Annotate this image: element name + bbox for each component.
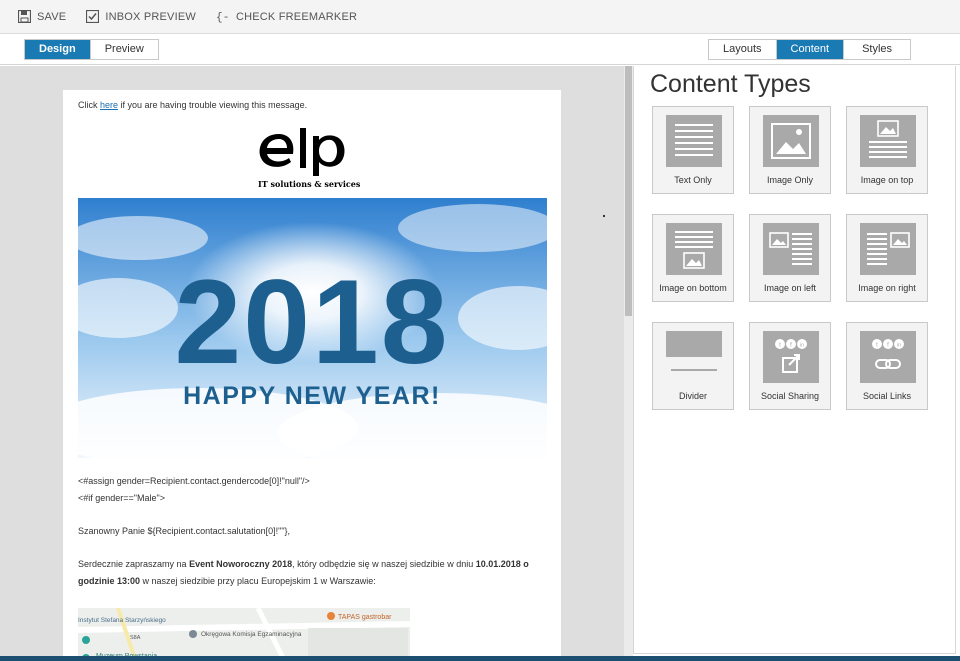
map-label-commission: Okręgowa Komisja Egzaminacyjna bbox=[201, 631, 302, 638]
invite-text-c: , który odbędzie się w naszej siedzibie … bbox=[292, 559, 476, 569]
code-braces-icon: {-} bbox=[216, 12, 230, 23]
invitation-paragraph: Serdecznie zapraszamy na Event Noworoczn… bbox=[78, 556, 548, 590]
tile-divider[interactable]: Divider bbox=[652, 322, 734, 410]
trouble-viewing-text: Click here if you are having trouble vie… bbox=[78, 100, 307, 110]
tile-label: Divider bbox=[678, 391, 707, 401]
tile-social-links[interactable]: t f in Social Links bbox=[846, 322, 928, 410]
social-sharing-icon: t f in bbox=[763, 331, 819, 383]
panel-tabs: Layouts Content Styles bbox=[708, 39, 912, 60]
tab-preview[interactable]: Preview bbox=[89, 40, 158, 59]
tile-label: Social Links bbox=[862, 391, 912, 401]
save-icon bbox=[18, 10, 31, 23]
hero-greeting: HAPPY NEW YEAR! bbox=[183, 382, 441, 410]
divider-icon bbox=[666, 331, 722, 383]
top-toolbar: SAVE INBOX PREVIEW {-} CHECK FREEMARKER bbox=[0, 0, 960, 34]
salutation-line: Szanowny Panie ${Recipient.contact.salut… bbox=[78, 526, 291, 536]
tile-label: Text Only bbox=[674, 175, 712, 185]
inbox-preview-button[interactable]: INBOX PREVIEW bbox=[86, 10, 196, 23]
tile-image-on-right[interactable]: Image on right bbox=[846, 214, 928, 302]
tab-content[interactable]: Content bbox=[775, 40, 844, 59]
hero-year: 2018 bbox=[175, 255, 450, 389]
invite-text-e: w naszej siedzibie przy placu Europejski… bbox=[140, 576, 376, 586]
map-label-road: S8A bbox=[130, 635, 141, 641]
save-button[interactable]: SAVE bbox=[18, 10, 66, 23]
email-canvas[interactable]: Click here if you are having trouble vie… bbox=[0, 66, 624, 661]
content-types-panel: Content Types Text Only Image Only Image… bbox=[633, 66, 956, 654]
view-online-link[interactable]: here bbox=[100, 100, 118, 110]
design-preview-toggle: Design Preview bbox=[24, 39, 159, 60]
canvas-scrollbar[interactable] bbox=[624, 66, 633, 661]
svg-text:in: in bbox=[800, 343, 804, 349]
image-on-bottom-icon bbox=[666, 223, 722, 275]
image-on-top-icon bbox=[860, 115, 916, 167]
social-links-icon: t f in bbox=[860, 331, 916, 383]
tab-layouts[interactable]: Layouts bbox=[709, 40, 776, 59]
invite-event-name: Event Noworoczny 2018 bbox=[189, 559, 293, 569]
tile-label: Image on top bbox=[860, 175, 914, 185]
tile-label: Image Only bbox=[766, 175, 814, 185]
image-on-left-icon bbox=[763, 223, 819, 275]
email-body[interactable]: Click here if you are having trouble vie… bbox=[63, 90, 561, 661]
mode-bar: Design Preview Layouts Content Styles bbox=[0, 34, 960, 65]
text-only-icon bbox=[666, 115, 722, 167]
check-freemarker-button[interactable]: {-} CHECK FREEMARKER bbox=[216, 10, 358, 24]
tile-image-only[interactable]: Image Only bbox=[749, 106, 831, 194]
map-label-tapas: TAPAS gastrobar bbox=[338, 614, 392, 621]
tile-label: Image on right bbox=[858, 283, 916, 293]
tile-social-sharing[interactable]: t f in Social Sharing bbox=[749, 322, 831, 410]
freemarker-assign-line: <#assign gender=Recipient.contact.gender… bbox=[78, 476, 310, 486]
logo-tagline: IT solutions & services bbox=[258, 179, 361, 189]
check-freemarker-label: CHECK FREEMARKER bbox=[235, 10, 358, 23]
image-only-icon bbox=[763, 115, 819, 167]
stray-dot bbox=[603, 215, 605, 217]
freemarker-if-line: <#if gender=="Male"> bbox=[78, 493, 165, 503]
tab-design[interactable]: Design bbox=[25, 40, 90, 59]
tile-label: Social Sharing bbox=[760, 391, 820, 401]
tile-label: Image on bottom bbox=[659, 283, 727, 293]
scrollbar-thumb[interactable] bbox=[625, 66, 632, 316]
image-on-right-icon bbox=[860, 223, 916, 275]
tile-label: Image on left bbox=[763, 283, 817, 293]
location-map[interactable]: TAPAS gastrobar Instytut Stefana Starzyń… bbox=[78, 608, 410, 661]
tile-text-only[interactable]: Text Only bbox=[652, 106, 734, 194]
svg-text:{-}: {-} bbox=[216, 12, 230, 23]
save-label: SAVE bbox=[37, 10, 67, 23]
panel-title: Content Types bbox=[650, 70, 811, 98]
inbox-preview-label: INBOX PREVIEW bbox=[105, 10, 196, 23]
invite-text-a: Serdecznie zapraszamy na bbox=[78, 559, 190, 569]
tile-image-on-left[interactable]: Image on left bbox=[749, 214, 831, 302]
trouble-suffix: if you are having trouble viewing this m… bbox=[118, 100, 308, 110]
tile-image-on-top[interactable]: Image on top bbox=[846, 106, 928, 194]
checkbox-icon bbox=[86, 10, 100, 23]
trouble-prefix: Click bbox=[78, 100, 100, 110]
tile-image-on-bottom[interactable]: Image on bottom bbox=[652, 214, 734, 302]
map-label-institute: Instytut Stefana Starzyńskiego bbox=[78, 617, 166, 624]
svg-text:in: in bbox=[897, 343, 901, 349]
tab-styles[interactable]: Styles bbox=[843, 40, 911, 59]
window-bottom-edge bbox=[0, 656, 960, 661]
hero-image: 2018 HAPPY NEW YEAR! bbox=[78, 198, 547, 458]
